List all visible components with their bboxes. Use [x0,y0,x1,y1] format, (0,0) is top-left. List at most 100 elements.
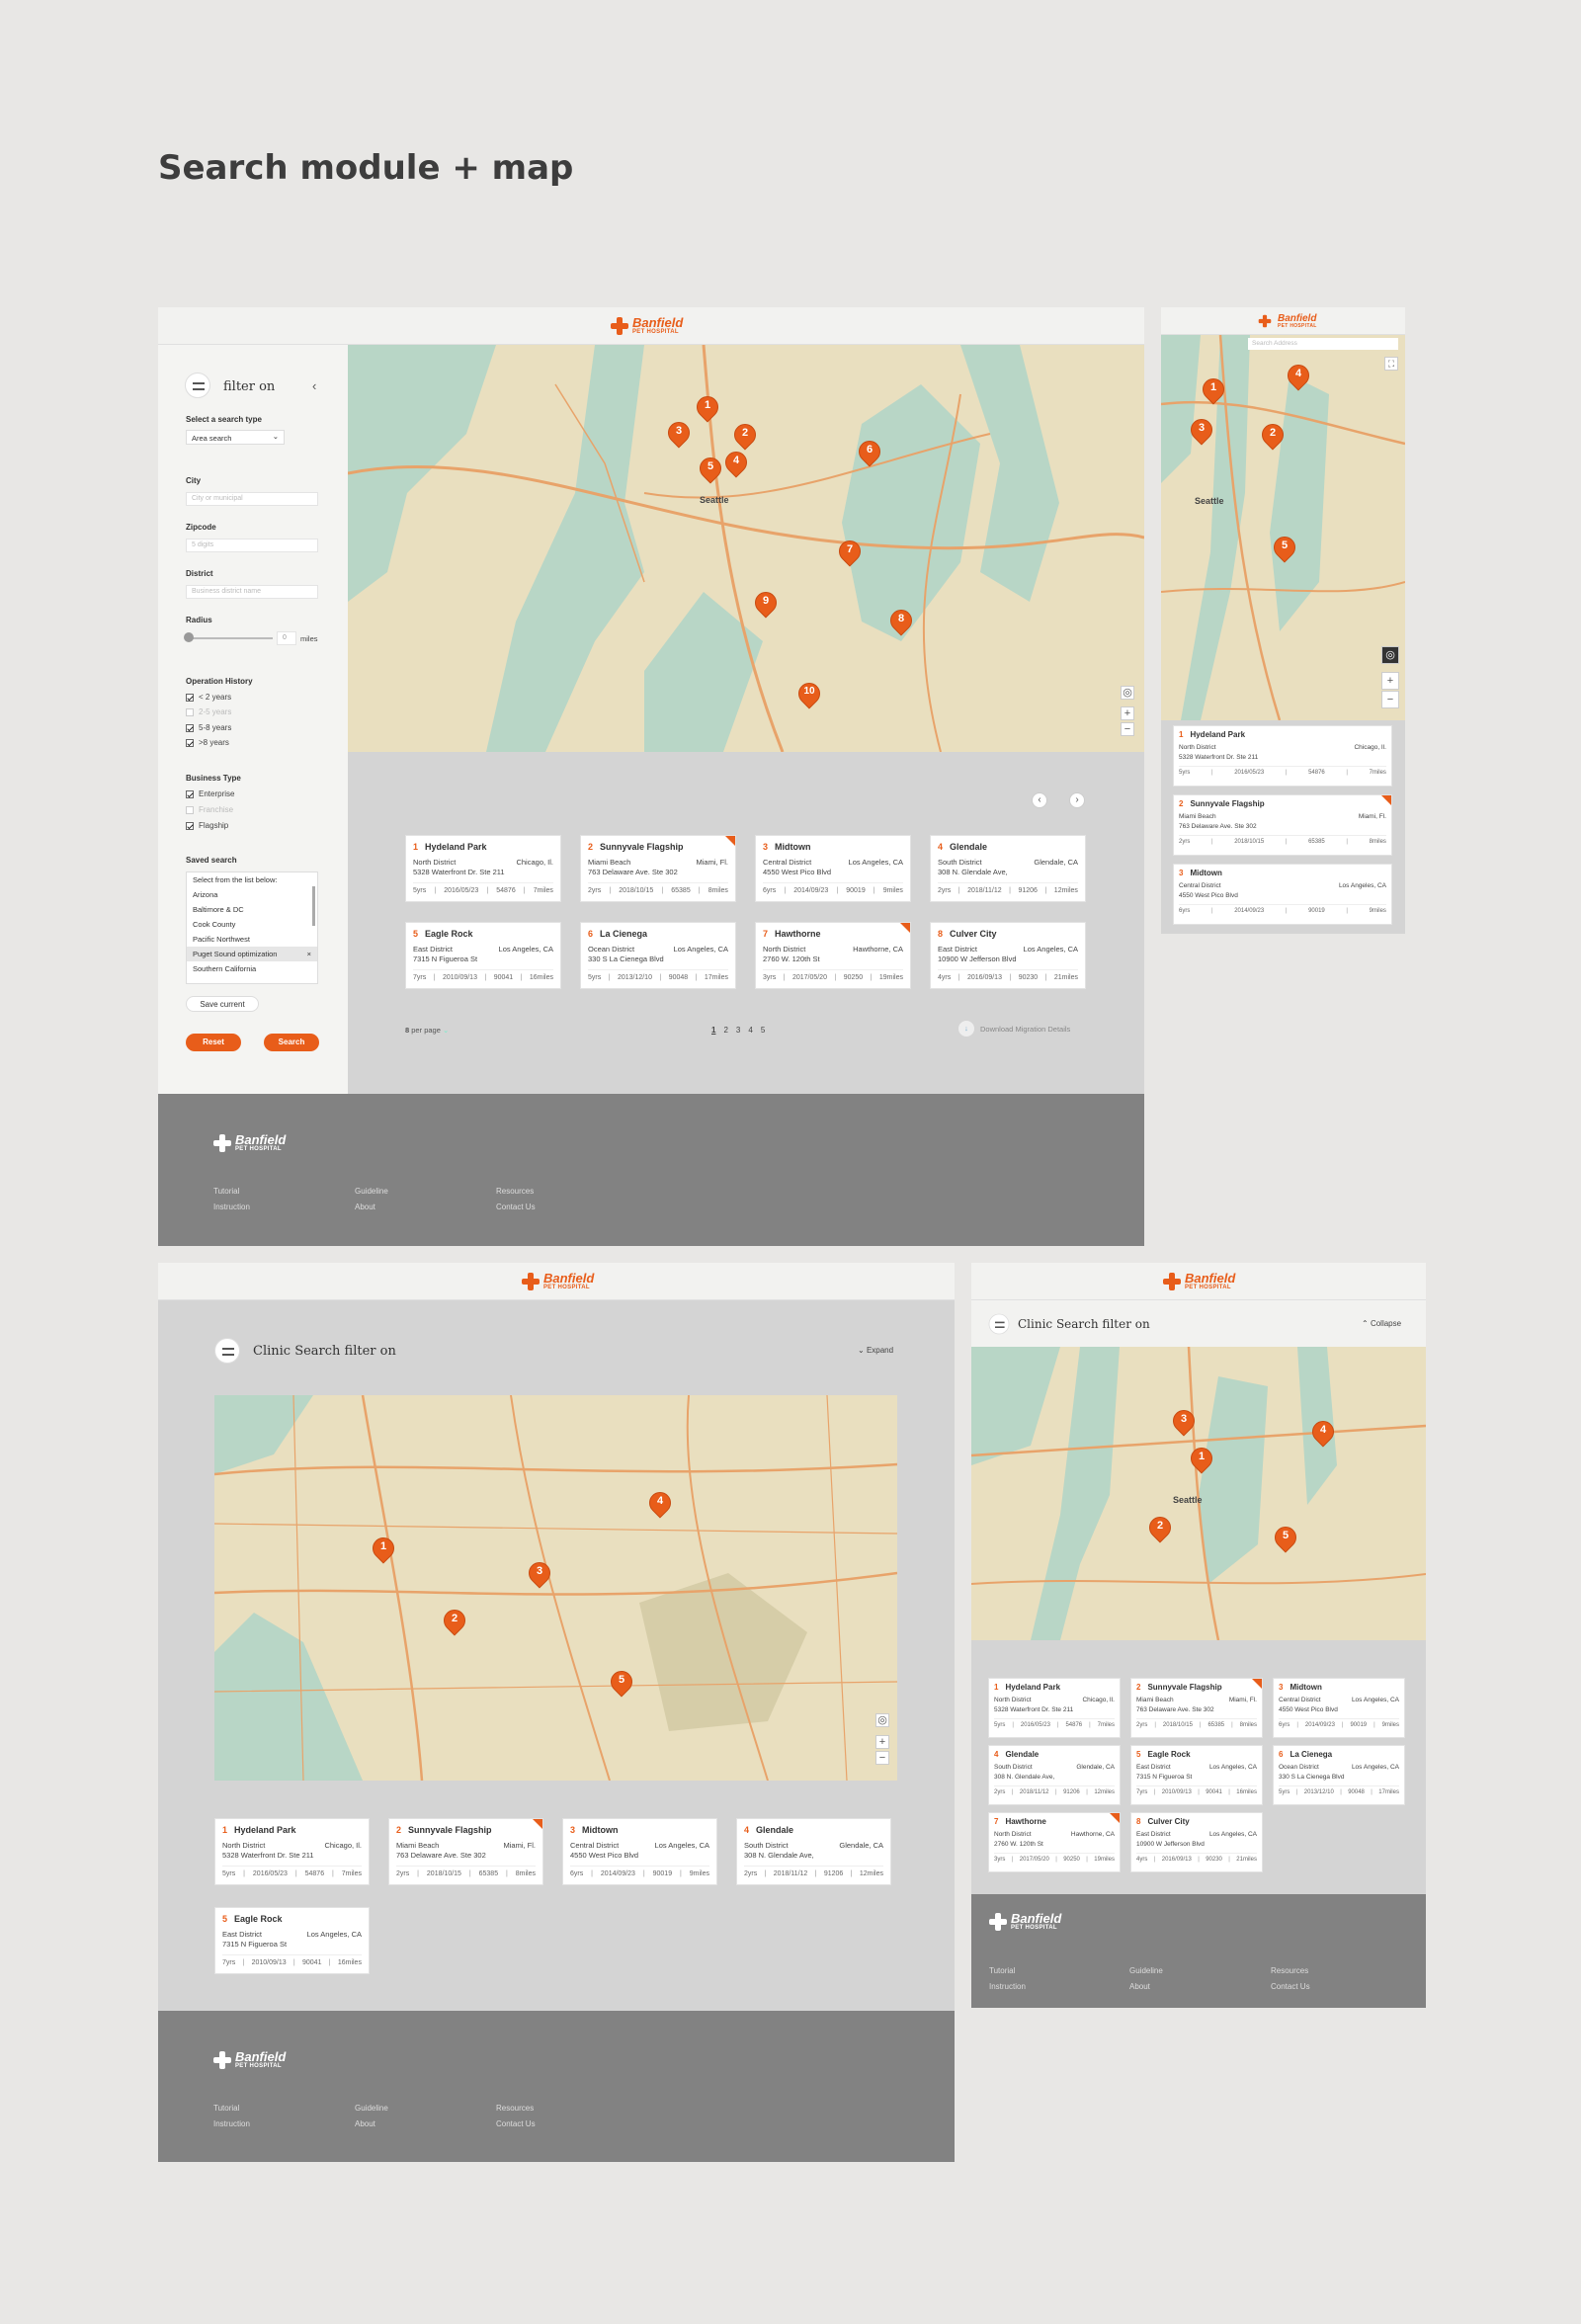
zoom-in-button[interactable]: + [1121,706,1134,720]
business-type-option[interactable]: Flagship [186,821,228,830]
download-link[interactable]: ↓ Download Migration Details [958,1021,1070,1037]
radius-slider[interactable] [186,637,273,639]
saved-item[interactable]: Southern California [187,961,317,976]
fullscreen-icon[interactable]: ⛶ [1384,357,1398,371]
map-pin[interactable]: 1 [1198,374,1229,406]
footer-link[interactable]: Resources [496,2104,534,2113]
saved-item-selected[interactable]: Puget Sound optimization × [187,947,317,961]
map-pin[interactable]: 7 [834,536,866,568]
prev-arrow-icon[interactable]: ‹ [1032,792,1047,808]
map-pin[interactable]: 2 [1144,1512,1176,1544]
saved-search-list[interactable]: Select from the list below: Arizona Balt… [186,872,318,984]
map-pin[interactable]: 4 [720,447,752,479]
footer-link[interactable]: Resources [1271,1966,1308,1975]
brand-logo[interactable]: Banfield PET HOSPITAL [611,316,683,335]
la-map[interactable]: 1 2 3 4 5 ◎ + − [214,1395,897,1781]
footer-logo[interactable]: Banfield PET HOSPITAL [213,2050,286,2069]
collapse-chevron-icon[interactable]: ‹ [312,378,316,393]
page-link[interactable]: 1 [711,1026,715,1035]
map-pin[interactable]: 1 [1186,1443,1217,1475]
map-pin[interactable]: 5 [1270,1522,1301,1554]
radius-value[interactable]: 0 [277,631,296,645]
footer-link[interactable]: Guideline [355,2104,388,2113]
saved-item[interactable]: Cook County [187,917,317,932]
footer-link[interactable]: About [1129,1982,1150,1991]
op-history-option[interactable]: < 2 years [186,693,231,702]
map-pin[interactable]: 3 [524,1557,555,1590]
clinic-card[interactable]: 1 Hydeland Park North District Chicago, Il.… [988,1678,1121,1738]
footer-link[interactable]: Resources [496,1187,534,1196]
footer-link[interactable]: Contact Us [1271,1982,1310,1991]
footer-logo[interactable]: Banfield PET HOSPITAL [213,1133,286,1152]
footer-logo[interactable]: Banfield PET HOSPITAL [989,1912,1061,1931]
footer-link[interactable]: Tutorial [213,1187,239,1196]
zipcode-input[interactable]: 5 digits [186,539,318,552]
business-type-option[interactable]: Enterprise [186,789,234,798]
clinic-card[interactable]: 2 Sunnyvale Flagship Miami Beach Miami, Fl.… [580,835,736,902]
footer-link[interactable]: About [355,2119,375,2128]
clinic-card[interactable]: 2 Sunnyvale Flagship Miami Beach Miami, Fl.… [1130,1678,1263,1738]
locate-icon[interactable]: ◎ [1381,646,1399,664]
clinic-card[interactable]: 3 Midtown Central District Los Angeles, CA 4… [1173,864,1392,925]
map-pin[interactable]: 4 [1307,1416,1339,1449]
map-pin[interactable]: 3 [1168,1405,1200,1438]
clinic-card[interactable]: 7 Hawthorne North District Hawthorne, CA 276… [755,922,911,989]
op-history-option[interactable]: 5-8 years [186,723,231,732]
brand-logo[interactable]: Banfield PET HOSPITAL [522,1272,594,1290]
search-type-select[interactable]: Area search ⌄ [186,430,285,445]
map-pin[interactable]: 1 [368,1533,399,1565]
per-page-selector[interactable]: 8 per page ⌄ [405,1026,449,1035]
map-pin[interactable]: 1 [692,391,723,424]
clinic-card[interactable]: 2 Sunnyvale Flagship Miami Beach Miami, Fl.… [388,1818,543,1885]
footer-link[interactable]: Contact Us [496,1203,536,1211]
footer-link[interactable]: Instruction [213,2119,250,2128]
map-pin[interactable]: 9 [750,587,782,620]
op-history-option[interactable]: 2-5 years [186,707,231,716]
seattle-map[interactable]: Seattle 1 2 3 4 5 6 7 8 9 10 ◎ + − [348,345,1144,752]
clinic-card[interactable]: 8 Culver City East District Los Angeles, CA… [1130,1812,1263,1872]
clinic-card[interactable]: 5 Eagle Rock East District Los Angeles, CA 7… [1130,1745,1263,1805]
footer-link[interactable]: Tutorial [213,2104,239,2113]
clinic-card[interactable]: 1 Hydeland Park North District Chicago, Il.… [1173,725,1392,787]
zoom-out-button[interactable]: − [875,1751,889,1765]
map-pin[interactable]: 8 [885,605,917,637]
radius-slider-handle[interactable] [184,632,194,642]
clinic-card[interactable]: 5 Eagle Rock East District Los Angeles, CA 7… [405,922,561,989]
zoom-in-button[interactable]: + [875,1735,889,1749]
page-link[interactable]: 2 [723,1026,727,1035]
saved-item[interactable]: Pacific Northwest [187,932,317,947]
locate-icon[interactable]: ◎ [875,1713,889,1727]
page-link[interactable]: 5 [761,1026,765,1035]
map-pin[interactable]: 6 [854,436,885,468]
page-link[interactable]: 4 [748,1026,752,1035]
map-pin[interactable]: 5 [695,453,726,485]
clinic-card[interactable]: 3 Midtown Central District Los Angeles, CA 4… [562,1818,717,1885]
footer-link[interactable]: Guideline [355,1187,388,1196]
collapse-toggle[interactable]: ⌃ Collapse [1362,1319,1401,1328]
map-pin[interactable]: 2 [439,1605,470,1637]
clinic-card[interactable]: 6 La Cienega Ocean District Los Angeles, CA… [580,922,736,989]
footer-link[interactable]: Tutorial [989,1966,1015,1975]
footer-link[interactable]: About [355,1203,375,1211]
clinic-card[interactable]: 1 Hydeland Park North District Chicago, Il.… [214,1818,370,1885]
clinic-card[interactable]: 2 Sunnyvale Flagship Miami Beach Miami, Fl.… [1173,794,1392,856]
map-pin[interactable]: 2 [729,419,761,452]
brand-logo[interactable]: Banfield PET HOSPITAL [1256,312,1317,330]
clinic-card[interactable]: 3 Midtown Central District Los Angeles, CA 4… [1273,1678,1405,1738]
clinic-card[interactable]: 7 Hawthorne North District Hawthorne, CA 276… [988,1812,1121,1872]
zoom-out-button[interactable]: − [1121,722,1134,736]
search-button[interactable]: Search [264,1034,319,1051]
page-link[interactable]: 3 [736,1026,740,1035]
clinic-card[interactable]: 5 Eagle Rock East District Los Angeles, CA 7… [214,1907,370,1974]
clinic-card[interactable]: 4 Glendale South District Glendale, CA 308 N… [736,1818,891,1885]
save-current-button[interactable]: Save current [186,996,259,1012]
locate-icon[interactable]: ◎ [1121,686,1134,700]
footer-link[interactable]: Instruction [989,1982,1026,1991]
map-pin[interactable]: 5 [606,1666,637,1699]
list-scrollbar[interactable] [312,886,315,926]
business-type-option[interactable]: Franchise [186,805,233,814]
clinic-card[interactable]: 8 Culver City East District Los Angeles, CA… [930,922,1086,989]
mobile-map[interactable]: Search Address ⛶ Seattle 1 2 3 4 5 ◎ + − [1161,335,1405,720]
clinic-card[interactable]: 4 Glendale South District Glendale, CA 308 N… [930,835,1086,902]
op-history-option[interactable]: >8 years [186,738,229,747]
